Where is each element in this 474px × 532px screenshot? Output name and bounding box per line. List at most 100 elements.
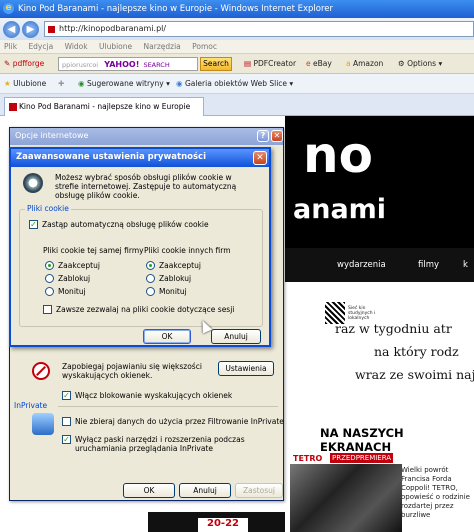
menu-widok[interactable]: Widok <box>65 42 88 51</box>
ebay-label: eBay <box>313 59 332 68</box>
options-ok-button[interactable]: OK <box>123 483 175 498</box>
search-toolbar: ✎ pdfforge ppiorusrcoi YAHOO! SEARCH Sea… <box>0 54 474 74</box>
tab-kino-pod-baranami[interactable]: Kino Pod Baranami - najlepsze kino w Eur… <box>4 97 204 116</box>
pdfforge-label: pdfforge <box>12 59 45 68</box>
inprivate-header: InPrivate <box>14 401 48 410</box>
enable-popup-blocker-checkbox[interactable]: ✓ <box>62 391 71 400</box>
privacy-titlebar: Zaawansowane ustawienia prywatności <box>11 149 269 167</box>
chevron-down-icon: ▾ <box>166 79 170 88</box>
premiere-badge: PRZEDPREMIERA <box>330 453 394 463</box>
pdf-icon: ▤ <box>244 59 252 68</box>
popup-description: Zapobiegaj pojawianiu się większości wys… <box>62 362 202 380</box>
add-favorite-icon[interactable]: ✚ <box>58 77 64 91</box>
site-favicon-icon <box>48 26 55 33</box>
first-party-prompt-label: Monituj <box>58 287 86 296</box>
amazon-label: Amazon <box>353 59 384 68</box>
nav-wydarzenia[interactable]: wydarzenia <box>337 260 386 270</box>
privacy-eye-icon <box>23 173 43 193</box>
yahoo-search-input[interactable]: ppiorusrcoi YAHOO! SEARCH <box>58 57 198 71</box>
address-bar: ◀ ▶ http://kinopodbaranami.pl/ <box>0 18 474 40</box>
pdfcreator-button[interactable]: ▤ PDFCreator <box>244 57 296 71</box>
options-apply-button[interactable]: Zastosuj <box>235 483 283 498</box>
search-placeholder: ppiorusrcoi <box>62 61 99 69</box>
menu-bar: Plik Edycja Widok Ulubione Narzędzia Pom… <box>0 40 474 54</box>
url-field[interactable]: http://kinopodbaranami.pl/ <box>44 21 474 37</box>
privacy-cancel-button[interactable]: Anuluj <box>211 329 261 344</box>
forward-button[interactable]: ▶ <box>22 21 39 38</box>
first-party-accept-radio[interactable] <box>45 261 54 270</box>
privacy-description: Możesz wybrać sposób obsługi plików cook… <box>55 173 237 200</box>
chevron-down-icon: ▾ <box>289 79 294 88</box>
enable-popup-blocker-label: Włącz blokowanie wyskakujących okienek <box>75 391 233 400</box>
nav-filmy[interactable]: filmy <box>418 260 439 270</box>
tab-title: Kino Pod Baranami - najlepsze kino w Eur… <box>19 102 191 111</box>
favorites-button[interactable]: ★ Ulubione <box>4 77 46 91</box>
back-button[interactable]: ◀ <box>3 21 20 38</box>
options-close-button[interactable]: ✕ <box>271 130 283 142</box>
popup-settings-button[interactable]: Ustawienia <box>218 361 274 376</box>
window-title: Kino Pod Baranami - najlepsze kino w Eur… <box>18 4 334 14</box>
tab-favicon-icon <box>9 103 17 111</box>
first-party-block-radio[interactable] <box>45 274 54 283</box>
session-cookies-label: Zawsze zezwalaj na pliki cookie dotycząc… <box>56 305 235 314</box>
ie-logo-icon: e <box>3 3 14 14</box>
options-cancel-button[interactable]: Anuluj <box>179 483 231 498</box>
privacy-close-button[interactable]: ✕ <box>253 151 267 165</box>
options-title: Opcje internetowe <box>15 131 89 140</box>
suggested-sites-link[interactable]: ◉ Sugerowane witryny ▾ <box>78 77 170 91</box>
third-party-block-label: Zablokuj <box>159 274 192 283</box>
options-button[interactable]: ⚙ Options ▾ <box>398 57 442 71</box>
slogan-line-2: na który rodz <box>374 344 459 359</box>
site-logo-top[interactable]: no <box>303 130 373 180</box>
url-text: http://kinopodbaranami.pl/ <box>59 24 167 33</box>
ebay-icon: e <box>306 59 311 68</box>
window-titlebar: Kino Pod Baranami - najlepsze kino w Eur… <box>0 0 474 18</box>
yahoo-logo: YAHOO! <box>104 60 140 69</box>
nav-more[interactable]: k <box>463 260 468 270</box>
favorites-star-icon: ★ <box>4 79 11 88</box>
third-party-prompt-radio[interactable] <box>146 287 155 296</box>
privacy-title: Zaawansowane ustawienia prywatności <box>16 152 207 162</box>
third-party-accept-radio[interactable] <box>146 261 155 270</box>
amazon-button[interactable]: a Amazon <box>346 57 383 71</box>
popup-blocker-icon <box>32 362 50 380</box>
third-party-header: Pliki cookie innych firm <box>144 246 231 255</box>
first-party-accept-label: Zaakceptuj <box>58 261 100 270</box>
on-screens-banner: NA NASZYCH EKRANACH <box>290 421 474 454</box>
menu-plik[interactable]: Plik <box>4 42 17 51</box>
override-cookies-label: Zastąp automatyczną obsługę plików cooki… <box>42 220 209 229</box>
movie-photo[interactable] <box>290 464 402 532</box>
cookies-group-label: Pliki cookie <box>25 204 71 213</box>
search-button[interactable]: Search <box>200 57 232 71</box>
site-nav: wydarzenia filmy k <box>285 248 474 282</box>
pdfcreator-label: PDFCreator <box>253 59 297 68</box>
help-button[interactable]: ? <box>257 130 269 142</box>
menu-pomoc[interactable]: Pomoc <box>192 42 217 51</box>
options-gear-icon: ⚙ <box>398 59 405 68</box>
inprivate-divider <box>58 406 278 407</box>
override-cookies-checkbox[interactable]: ✓ <box>29 220 38 229</box>
third-party-block-radio[interactable] <box>146 274 155 283</box>
inprivate-toolbars-checkbox[interactable]: ✓ <box>62 435 71 444</box>
third-party-accept-label: Zaakceptuj <box>159 261 201 270</box>
inprivate-icon <box>32 413 54 435</box>
third-party-prompt-label: Monituj <box>159 287 187 296</box>
network-badge-text: Sieć kin studyjnych i lokalnych <box>348 306 376 321</box>
web-slice-label: Galeria obiektów Web Slice <box>184 79 288 88</box>
menu-ulubione[interactable]: Ulubione <box>99 42 132 51</box>
first-party-prompt-radio[interactable] <box>45 287 54 296</box>
menu-edycja[interactable]: Edycja <box>28 42 53 51</box>
session-cookies-checkbox[interactable] <box>43 305 52 314</box>
site-header: no anami <box>285 116 474 248</box>
slogan-line-3: wraz ze swoimi naj <box>355 367 474 382</box>
favorites-label: Ulubione <box>13 79 47 88</box>
premiere-title[interactable]: TETRO <box>293 454 322 463</box>
slogan-line-1: raz w tygodniu atr <box>335 321 452 336</box>
pdfforge-logo[interactable]: ✎ pdfforge <box>4 57 44 71</box>
ebay-button[interactable]: e eBay <box>306 57 332 71</box>
web-slice-gallery-link[interactable]: ◉ Galeria obiektów Web Slice ▾ <box>176 77 293 91</box>
inprivate-filter-checkbox[interactable] <box>62 417 71 426</box>
site-logo-bottom[interactable]: anami <box>293 196 386 224</box>
menu-narzedzia[interactable]: Narzędzia <box>144 42 181 51</box>
privacy-ok-button[interactable]: OK <box>143 329 191 344</box>
